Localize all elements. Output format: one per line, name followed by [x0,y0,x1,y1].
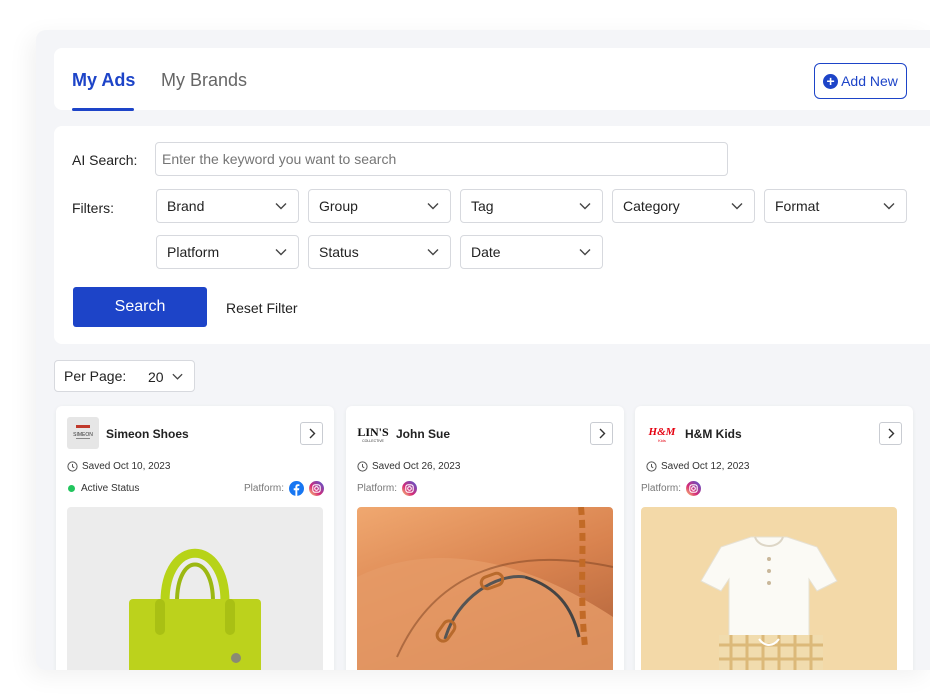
chevron-down-icon [579,249,591,256]
status-dot [68,485,75,492]
tab-my-ads[interactable]: My Ads [72,70,136,111]
brand-logo: H&M Kids [646,417,678,449]
active-status: Active Status [68,483,139,494]
ad-card[interactable]: LIN'S COLLECTIVE John Sue Saved Oct 26, … [346,406,624,670]
ai-search-label: AI Search: [72,152,138,168]
simeon-logo-icon: SIMEON [73,425,93,439]
saved-date: Saved Oct 10, 2023 [67,461,170,472]
svg-text:SIMEON: SIMEON [73,432,93,438]
category-dropdown-label: Category [623,198,680,214]
per-page-label: Per Page: [64,368,127,384]
clock-icon [67,461,78,472]
instagram-icon [309,481,325,496]
category-dropdown[interactable]: Category [612,189,755,223]
tab-bar: My Ads My Brands + Add New [54,48,930,111]
chevron-down-icon [172,373,183,380]
chevron-down-icon [883,203,895,210]
brand-logo: LIN'S COLLECTIVE [357,417,389,449]
status-text: Active Status [81,483,140,494]
ad-image-kids-outfit [641,507,897,670]
active-tab-underline [72,108,134,111]
instagram-icon [686,481,702,496]
tab-my-ads-label: My Ads [72,70,136,90]
chevron-down-icon [427,249,439,256]
tag-dropdown[interactable]: Tag [460,189,603,223]
facebook-icon [289,481,305,496]
svg-text:COLLECTIVE: COLLECTIVE [362,439,384,443]
brand-name: John Sue [396,427,451,441]
group-dropdown-label: Group [319,198,358,214]
saved-date-text: Saved Oct 10, 2023 [82,461,171,472]
chevron-down-icon [275,249,287,256]
open-ad-button[interactable] [879,422,902,445]
platform-list: Platform: [244,481,325,496]
svg-text:Kids: Kids [658,438,666,443]
platform-label: Platform: [641,483,682,494]
status-dropdown-label: Status [319,244,359,260]
platform-label: Platform: [244,483,285,494]
filter-panel: AI Search: Filters: Brand Group Tag Cate… [54,126,930,344]
date-dropdown[interactable]: Date [460,235,603,269]
chevron-down-icon [275,203,287,210]
brand-name: Simeon Shoes [106,427,189,441]
clock-icon [357,461,368,472]
ai-search-input[interactable] [155,142,728,176]
saved-date-text: Saved Oct 26, 2023 [372,461,461,472]
kids-outfit-illustration [700,536,838,670]
svg-text:H&M: H&M [648,426,677,438]
chevron-down-icon [731,203,743,210]
saved-date: Saved Oct 12, 2023 [646,461,749,472]
brand-dropdown[interactable]: Brand [156,189,299,223]
chevron-right-icon [309,428,316,439]
bracelet-illustration [357,507,613,670]
per-page-value: 20 [148,369,164,385]
saved-date: Saved Oct 26, 2023 [357,461,460,472]
format-dropdown-label: Format [775,198,820,214]
chevron-right-icon [599,428,606,439]
brand-name: H&M Kids [685,427,742,441]
brand-dropdown-label: Brand [167,198,205,214]
chevron-right-icon [888,428,895,439]
ad-card[interactable]: H&M Kids H&M Kids Saved Oct 12, 2023 Pla… [635,406,913,670]
platform-label: Platform: [357,483,398,494]
chevron-down-icon [579,203,591,210]
platform-dropdown[interactable]: Platform [156,235,299,269]
ad-image-handbag [67,507,323,670]
clock-icon [646,461,657,472]
open-ad-button[interactable] [590,422,613,445]
app-window: My Ads My Brands + Add New AI Search: Fi… [36,30,930,670]
reset-filter-link[interactable]: Reset Filter [226,300,298,316]
tag-dropdown-label: Tag [471,198,494,214]
saved-date-text: Saved Oct 12, 2023 [661,461,750,472]
tab-my-brands-label: My Brands [161,70,248,90]
tab-my-brands[interactable]: My Brands [161,70,247,91]
add-new-button[interactable]: + Add New [814,63,907,99]
plus-circle-icon: + [823,73,839,89]
group-dropdown[interactable]: Group [308,189,451,223]
format-dropdown[interactable]: Format [764,189,907,223]
lins-collective-logo-icon: LIN'S COLLECTIVE [357,425,389,443]
handbag-illustration [129,548,261,670]
platform-list: Platform: [357,481,418,496]
instagram-icon [402,481,418,496]
hm-kids-logo-icon: H&M Kids [648,426,677,443]
per-page-select[interactable]: Per Page: 20 [54,360,195,392]
platform-dropdown-label: Platform [167,244,220,260]
platform-list: Platform: [641,481,702,496]
open-ad-button[interactable] [300,422,323,445]
status-dropdown[interactable]: Status [308,235,451,269]
svg-text:LIN'S: LIN'S [357,425,389,439]
ad-image-bracelet [357,507,613,670]
ad-card[interactable]: SIMEON Simeon Shoes Saved Oct 10, 2023 A… [56,406,334,670]
search-button[interactable]: Search [73,287,207,327]
brand-logo: SIMEON [67,417,99,449]
chevron-down-icon [427,203,439,210]
filters-label: Filters: [72,200,114,216]
add-new-label: Add New [841,73,898,89]
date-dropdown-label: Date [471,244,501,260]
